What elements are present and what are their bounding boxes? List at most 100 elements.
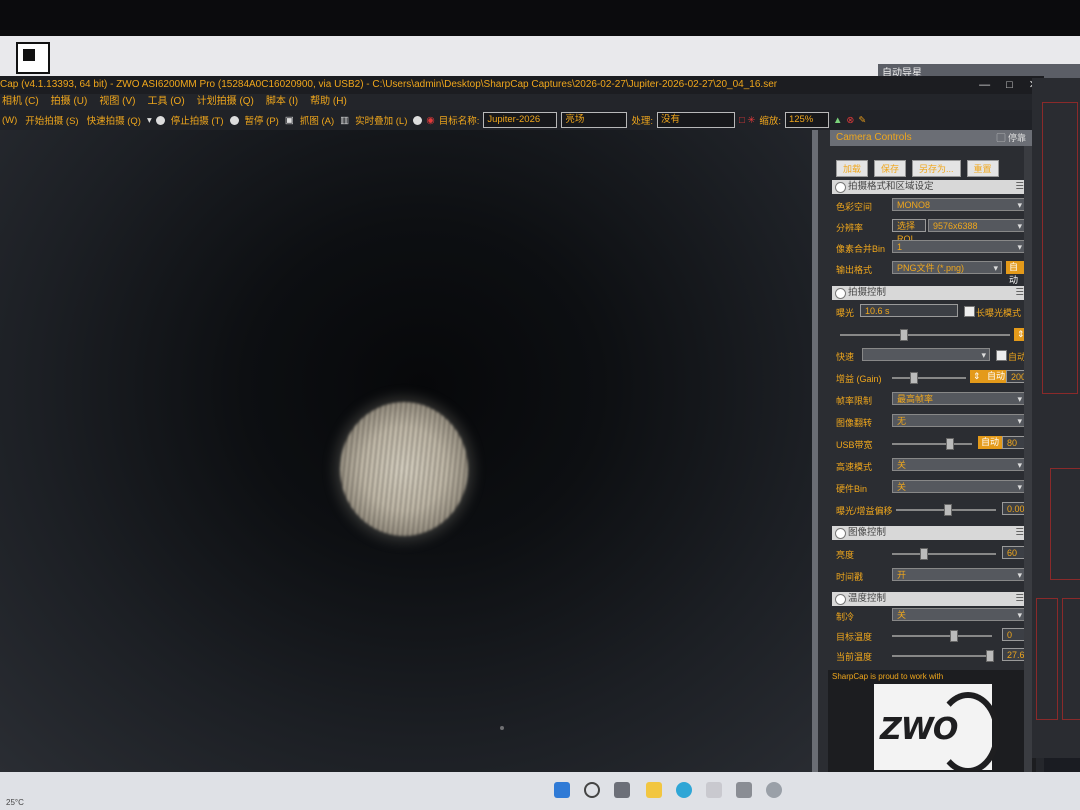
bg-box <box>1042 102 1078 394</box>
maximize-button[interactable]: □ <box>1006 76 1013 94</box>
color-space-select[interactable]: MONO8 <box>892 198 1026 212</box>
record-icon[interactable] <box>413 115 423 125</box>
file-explorer-icon[interactable] <box>646 782 662 798</box>
snapshot-button[interactable]: 抓图 (A) <box>298 113 336 127</box>
pause-button[interactable]: 暂停 (P) <box>243 113 281 127</box>
minimize-button[interactable]: — <box>979 76 990 94</box>
menu-scripting[interactable]: 脚本 (I) <box>266 94 298 110</box>
offset-input[interactable]: 0.00 <box>1002 502 1026 515</box>
chevron-down-icon[interactable]: ▾ <box>147 115 152 126</box>
target-icon: ◉ <box>426 114 435 126</box>
save-button[interactable]: 保存 <box>874 160 907 177</box>
quick-label: 快速 <box>836 352 855 362</box>
timestamp-select[interactable]: 开 <box>892 568 1026 582</box>
save-as-button[interactable]: 另存为... <box>912 160 961 177</box>
pin-button[interactable]: ▢ 停靠 <box>996 130 1026 146</box>
exposure-slider[interactable] <box>840 329 1010 341</box>
long-exposure-checkbox[interactable] <box>964 306 975 317</box>
menu-icon[interactable]: ☰ <box>1015 526 1024 540</box>
task-view-icon[interactable] <box>614 782 630 798</box>
bg-box <box>1062 598 1080 720</box>
menu-icon[interactable]: ☰ <box>1015 180 1024 194</box>
section-image-control[interactable]: 图像控制 ☰ <box>832 526 1028 540</box>
quick-capture-button[interactable]: 快速拍摄 (Q) <box>85 113 143 127</box>
start-icon[interactable] <box>554 782 570 798</box>
menu-icon[interactable]: ☰ <box>1015 592 1024 606</box>
section-capture-control[interactable]: 拍摄控制 ☰ <box>832 286 1028 300</box>
exposure-input[interactable]: 10.6 s <box>860 304 958 317</box>
brush-icon[interactable]: ✎ <box>858 115 866 126</box>
section-temperature-control[interactable]: 温度控制 ☰ <box>832 592 1028 606</box>
process-select[interactable]: 没有 <box>656 112 735 128</box>
output-format-select[interactable]: PNG文件 (*.png) <box>892 261 1002 275</box>
slider-knob[interactable] <box>950 630 958 642</box>
moon-dot <box>500 726 504 730</box>
target-name-select[interactable]: Jupiter-2026 <box>483 112 558 128</box>
menu-sequencer[interactable]: 计划拍摄 (Q) <box>197 94 254 110</box>
crosshair-icon[interactable]: □ ✳ <box>739 115 755 126</box>
gain-stepper[interactable]: ⇕ <box>970 370 984 383</box>
binning-row: 像素合并Bin 1 <box>836 240 1028 256</box>
slider-knob[interactable] <box>946 438 954 450</box>
usb-auto-button[interactable]: 自动 <box>978 436 1003 449</box>
slider-knob[interactable] <box>910 372 918 384</box>
gain-slider[interactable] <box>892 372 966 384</box>
menu-view[interactable]: 视图 (V) <box>99 94 135 110</box>
start-capture-button[interactable]: 开始拍摄 (S) <box>23 113 80 127</box>
w-button[interactable]: (W) <box>0 115 19 126</box>
usb-input[interactable]: 80 <box>1002 436 1026 449</box>
offset-row: 曝光/增益偏移 0.00 <box>836 502 1028 518</box>
slider-knob[interactable] <box>900 329 908 341</box>
gain-auto-button[interactable]: 自动 <box>984 370 1009 383</box>
slider-knob[interactable] <box>920 548 928 560</box>
menu-help[interactable]: 帮助 (H) <box>310 94 347 110</box>
menu-icon[interactable]: ☰ <box>1015 286 1024 300</box>
auto-checkbox[interactable] <box>996 350 1007 361</box>
sharpcap-taskbar-icon[interactable] <box>766 782 782 798</box>
menu-tools[interactable]: 工具 (O) <box>147 94 184 110</box>
long-exposure-label: 长曝光模式 <box>976 308 1022 318</box>
load-button[interactable]: 加载 <box>836 160 869 177</box>
usb-slider[interactable] <box>892 438 972 450</box>
settings-icon[interactable]: ⊗ <box>846 115 854 126</box>
quick-select[interactable] <box>862 348 990 362</box>
panel-scrollbar[interactable] <box>1024 146 1032 772</box>
brightness-input[interactable]: 60 <box>1002 546 1026 559</box>
hwbin-select[interactable]: 关 <box>892 480 1026 494</box>
zoom-select[interactable]: 125% <box>784 112 829 128</box>
resolution-select[interactable]: 9576x6388 <box>928 219 1026 233</box>
gain-input[interactable]: 200 <box>1006 370 1026 383</box>
frame-limit-select[interactable]: 最高帧率 <box>892 392 1026 406</box>
menu-camera[interactable]: 相机 (C) <box>2 94 39 110</box>
slider-knob[interactable] <box>944 504 952 516</box>
frame-type-select[interactable]: 亮场 <box>561 112 628 128</box>
section-capture-format[interactable]: 拍摄格式和区域设定 ☰ <box>832 180 1028 194</box>
flip-select[interactable]: 无 <box>892 414 1026 428</box>
store-icon[interactable] <box>706 782 722 798</box>
histogram-icon[interactable]: ▲ <box>833 115 842 126</box>
binning-select[interactable]: 1 <box>892 240 1026 254</box>
app-icon-taskbar[interactable] <box>736 782 752 798</box>
target-temp-input[interactable]: 0 <box>1002 628 1026 641</box>
edge-icon[interactable] <box>676 782 692 798</box>
offset-slider[interactable] <box>896 504 996 516</box>
output-format-row: 输出格式 PNG文件 (*.png) 自动 <box>836 261 1028 285</box>
search-icon[interactable] <box>584 782 600 798</box>
target-temp-slider[interactable] <box>892 630 992 642</box>
cooler-select[interactable]: 关 <box>892 608 1026 622</box>
current-temp-slider <box>892 650 994 662</box>
menu-capture[interactable]: 拍摄 (U) <box>51 94 88 110</box>
image-preview[interactable] <box>0 130 812 772</box>
title-bar[interactable]: Cap (v4.1.13393, 64 bit) - ZWO ASI6200MM… <box>0 76 1044 94</box>
reset-button[interactable]: 重置 <box>966 160 999 177</box>
zwo-logo: ZWO <box>874 684 1000 774</box>
live-stack-button[interactable]: 实时叠加 (L) <box>353 113 409 127</box>
taskbar: 25°C <box>0 772 1080 810</box>
timestamp-label: 时间戳 <box>836 572 864 582</box>
select-roi-button[interactable]: 选择ROI <box>892 219 926 244</box>
stop-capture-button[interactable]: 停止拍摄 (T) <box>169 113 226 127</box>
output-format-label: 输出格式 <box>836 265 873 275</box>
brightness-slider[interactable] <box>892 548 996 560</box>
highspeed-select[interactable]: 关 <box>892 458 1026 472</box>
section-title: 温度控制 <box>848 593 887 604</box>
